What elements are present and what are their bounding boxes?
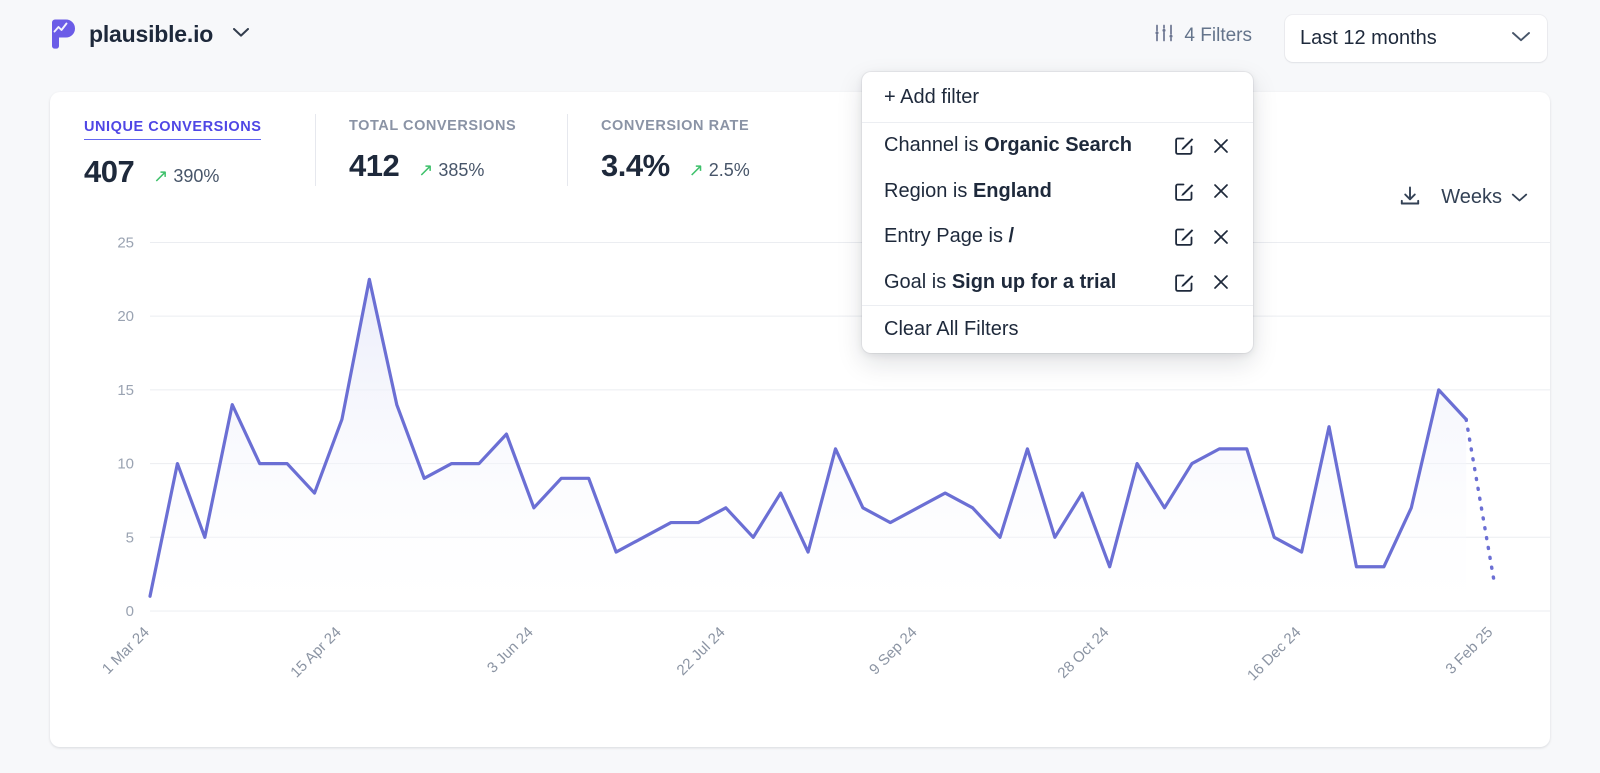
filter-row[interactable]: Goal is Sign up for a trial — [862, 260, 1253, 306]
close-x-icon[interactable] — [1211, 227, 1231, 247]
chart-svg[interactable]: 0 5 10 15 20 25 1 Mar 24 15 Apr 24 3 Jun 24 22 Ju… — [50, 210, 1550, 747]
site-switcher[interactable]: plausible.io — [50, 19, 250, 49]
edit-pencil-icon[interactable] — [1174, 226, 1195, 247]
top-bar: plausible.io — [0, 0, 1600, 78]
metric-delta: ↗ 390% — [153, 166, 219, 187]
y-axis-tick: 15 — [117, 382, 134, 399]
chevron-down-icon — [1511, 186, 1528, 209]
x-axis-tick: 9 Sep 24 — [866, 624, 920, 678]
y-axis-tick: 25 — [117, 234, 134, 251]
filter-prefix: Region is — [884, 180, 973, 202]
filter-row-actions — [1174, 181, 1231, 202]
metric-divider — [315, 114, 316, 186]
x-axis-tick: 28 Oct 24 — [1054, 624, 1112, 682]
metric-unique-conversions[interactable]: UNIQUE CONVERSIONS 407 ↗ 390% — [50, 92, 315, 204]
edit-pencil-icon[interactable] — [1174, 181, 1195, 202]
metric-total-conversions[interactable]: TOTAL CONVERSIONS 412 ↗ 385% — [315, 92, 567, 204]
filter-prefix: Entry Page is — [884, 225, 1009, 247]
metric-delta-value: 385% — [438, 160, 484, 181]
date-range-value: Last 12 months — [1300, 27, 1437, 50]
x-axis-tick: 16 Dec 24 — [1244, 624, 1304, 684]
metric-delta-value: 2.5% — [709, 160, 750, 181]
filter-description: Goal is Sign up for a trial — [884, 271, 1174, 294]
metric-divider — [567, 114, 568, 186]
filters-count-label: 4 Filters — [1184, 25, 1252, 47]
filter-row-actions — [1174, 226, 1231, 247]
filter-row[interactable]: Region is England — [862, 169, 1253, 215]
chart-controls: Weeks — [1397, 184, 1528, 210]
filter-prefix: Goal is — [884, 271, 952, 293]
metric-label[interactable]: TOTAL CONVERSIONS — [349, 118, 567, 134]
chart-area-fill — [150, 279, 1466, 611]
x-axis-tick: 15 Apr 24 — [287, 624, 344, 681]
conversions-chart[interactable]: 0 5 10 15 20 25 1 Mar 24 15 Apr 24 3 Jun 24 22 Ju… — [50, 210, 1550, 747]
metric-delta: ↗ 385% — [418, 160, 484, 181]
filter-value: Sign up for a trial — [952, 271, 1116, 293]
filters-button[interactable]: 4 Filters — [1153, 22, 1252, 50]
plausible-dashboard: plausible.io — [0, 0, 1600, 773]
filter-row-actions — [1174, 135, 1231, 156]
filter-description: Region is England — [884, 180, 1174, 203]
add-filter-button[interactable]: + Add filter — [862, 72, 1253, 123]
arrow-up-right-icon: ↗ — [689, 161, 704, 179]
chart-forecast-line — [1466, 419, 1494, 581]
filter-row[interactable]: Channel is Organic Search — [862, 123, 1253, 169]
clear-all-filters-button[interactable]: Clear All Filters — [862, 305, 1253, 353]
filter-prefix: Channel is — [884, 134, 984, 156]
main-chart-card: UNIQUE CONVERSIONS 407 ↗ 390% TOTAL CONV… — [50, 92, 1550, 747]
filter-value: / — [1009, 225, 1015, 247]
edit-pencil-icon[interactable] — [1174, 135, 1195, 156]
metrics-row: UNIQUE CONVERSIONS 407 ↗ 390% TOTAL CONV… — [50, 92, 827, 204]
filters-dropdown-menu: + Add filter Channel is Organic Search — [862, 72, 1253, 353]
filter-description: Entry Page is / — [884, 225, 1174, 248]
sliders-icon — [1153, 22, 1175, 50]
interval-select[interactable]: Weeks — [1441, 186, 1528, 209]
metric-delta: ↗ 2.5% — [689, 160, 750, 181]
download-icon[interactable] — [1397, 184, 1423, 210]
y-axis-tick: 10 — [117, 456, 134, 473]
arrow-up-right-icon: ↗ — [418, 161, 433, 179]
metric-conversion-rate[interactable]: CONVERSION RATE 3.4% ↗ 2.5% — [567, 92, 827, 204]
close-x-icon[interactable] — [1211, 272, 1231, 292]
x-axis-tick: 22 Jul 24 — [674, 624, 729, 679]
filter-row-actions — [1174, 272, 1231, 293]
edit-pencil-icon[interactable] — [1174, 272, 1195, 293]
date-range-select[interactable]: Last 12 months — [1285, 15, 1547, 62]
metric-delta-value: 390% — [173, 166, 219, 187]
y-axis-tick: 0 — [126, 603, 134, 620]
metric-label[interactable]: UNIQUE CONVERSIONS — [84, 119, 261, 140]
arrow-up-right-icon: ↗ — [153, 167, 168, 185]
filter-value: England — [973, 180, 1052, 202]
metric-value: 407 — [84, 154, 134, 190]
interval-value: Weeks — [1441, 186, 1502, 209]
plausible-logo-icon — [50, 19, 76, 49]
metric-label[interactable]: CONVERSION RATE — [601, 118, 827, 134]
chevron-down-icon[interactable] — [232, 25, 250, 43]
metric-value: 412 — [349, 148, 399, 184]
metric-value: 3.4% — [601, 148, 670, 184]
filter-description: Channel is Organic Search — [884, 134, 1174, 157]
x-axis-tick: 3 Feb 25 — [1442, 624, 1496, 678]
y-axis-tick: 5 — [126, 529, 134, 546]
filter-value: Organic Search — [984, 134, 1132, 156]
filter-row[interactable]: Entry Page is / — [862, 214, 1253, 260]
x-axis-tick: 1 Mar 24 — [99, 624, 153, 678]
chevron-down-icon — [1511, 30, 1531, 48]
close-x-icon[interactable] — [1211, 181, 1231, 201]
close-x-icon[interactable] — [1211, 136, 1231, 156]
site-name: plausible.io — [89, 21, 213, 48]
x-axis-tick: 3 Jun 24 — [484, 624, 537, 677]
y-axis-tick: 20 — [117, 308, 134, 325]
